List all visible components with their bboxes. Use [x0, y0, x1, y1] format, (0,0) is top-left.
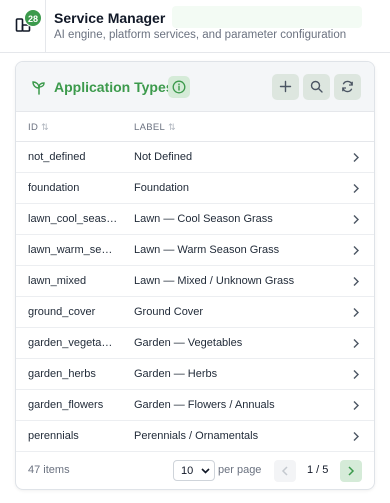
- table-row[interactable]: garden_flowers Garden — Flowers / Annuals: [16, 390, 374, 421]
- table-row[interactable]: lawn_mixed Lawn — Mixed / Unknown Grass: [16, 266, 374, 297]
- chevron-right-icon: [353, 184, 359, 193]
- cell-label: Garden — Vegetables: [134, 337, 243, 349]
- panel-header: Application Types: [16, 62, 374, 112]
- table-row[interactable]: not_defined Not Defined: [16, 142, 374, 173]
- page-size-select[interactable]: 10: [173, 460, 215, 481]
- cell-id: not_defined: [28, 151, 86, 163]
- table-row[interactable]: ground_cover Ground Cover: [16, 297, 374, 328]
- page-subtitle: AI engine, platform services, and parame…: [54, 29, 347, 41]
- page-size-value: 10: [181, 465, 194, 477]
- chevron-right-icon: [353, 153, 359, 162]
- search-button[interactable]: [303, 74, 330, 100]
- notification-badge: 28: [24, 9, 42, 27]
- cell-label: Garden — Herbs: [134, 368, 218, 380]
- table-row[interactable]: lawn_cool_season_grass Lawn — Cool Season…: [16, 204, 374, 235]
- chevron-right-icon: [353, 308, 359, 317]
- chevron-left-icon: [281, 466, 288, 476]
- chevron-down-icon: [201, 468, 210, 474]
- add-button[interactable]: [272, 74, 299, 100]
- chevron-right-icon: [353, 401, 359, 410]
- table-header: ID ⇅ LABEL ⇅: [16, 112, 374, 142]
- column-label-label: LABEL: [134, 122, 166, 133]
- header-app-icon[interactable]: 28: [0, 0, 46, 53]
- refresh-button[interactable]: [334, 74, 361, 100]
- cell-id: garden_vegetables: [28, 337, 118, 349]
- plus-icon: [279, 80, 292, 93]
- table-row[interactable]: foundation Foundation: [16, 173, 374, 204]
- cell-label: Lawn — Mixed / Unknown Grass: [134, 275, 295, 287]
- next-page-button[interactable]: [340, 460, 362, 482]
- cell-label: Ground Cover: [134, 306, 204, 318]
- chevron-right-icon: [353, 277, 359, 286]
- chevron-right-icon: [353, 215, 359, 224]
- cell-label: Garden — Flowers / Annuals: [134, 399, 275, 411]
- column-header-label[interactable]: LABEL ⇅: [134, 122, 176, 133]
- chevron-right-icon: [353, 339, 359, 348]
- cell-id: ground_cover: [28, 306, 96, 318]
- application-types-panel: Application Types ID ⇅ LABEL ⇅ not_defin…: [15, 61, 375, 490]
- cell-label: Perennials / Ornamentals: [134, 430, 259, 442]
- app-header: 28 Service Manager AI engine, platform s…: [0, 0, 390, 53]
- per-page-label: per page: [218, 464, 262, 476]
- cell-id: lawn_warm_season_grass: [28, 244, 118, 256]
- sprout-icon: [32, 81, 45, 95]
- refresh-icon: [342, 80, 353, 93]
- chevron-right-icon: [353, 370, 359, 379]
- cell-label: Lawn — Warm Season Grass: [134, 244, 280, 256]
- cell-label: Not Defined: [134, 151, 193, 163]
- chevron-right-icon: [353, 246, 359, 255]
- cell-id: foundation: [28, 182, 80, 194]
- cell-id: perennials: [28, 430, 79, 442]
- table-row[interactable]: perennials Perennials / Ornamentals: [16, 421, 374, 452]
- column-header-id[interactable]: ID ⇅: [28, 122, 49, 133]
- info-button[interactable]: [168, 76, 190, 98]
- info-icon: [172, 80, 186, 94]
- sort-icon: ⇅: [41, 122, 49, 132]
- page-indicator: 1 / 5: [307, 464, 329, 476]
- table-row[interactable]: garden_herbs Garden — Herbs: [16, 359, 374, 390]
- cell-id: lawn_mixed: [28, 275, 87, 287]
- column-label-id: ID: [28, 122, 39, 133]
- cell-label: Lawn — Cool Season Grass: [134, 213, 273, 225]
- cell-label: Foundation: [134, 182, 190, 194]
- cell-id: lawn_cool_season_grass: [28, 213, 118, 225]
- table-row[interactable]: garden_vegetables Garden — Vegetables: [16, 328, 374, 359]
- panel-title: Application Types: [54, 79, 174, 95]
- search-icon: [310, 80, 323, 93]
- table-row[interactable]: lawn_warm_season_grass Lawn — Warm Season…: [16, 235, 374, 266]
- page-title: Service Manager: [54, 10, 166, 26]
- cell-id: garden_herbs: [28, 368, 96, 380]
- prev-page-button[interactable]: [274, 460, 296, 482]
- sort-icon: ⇅: [168, 122, 176, 132]
- cell-id: garden_flowers: [28, 399, 104, 411]
- chevron-right-icon: [348, 466, 355, 476]
- items-count: 47 items: [28, 464, 70, 476]
- header-highlight: [172, 6, 362, 28]
- chevron-right-icon: [353, 432, 359, 441]
- table-footer: 47 items 10 per page 1 / 5: [16, 452, 374, 489]
